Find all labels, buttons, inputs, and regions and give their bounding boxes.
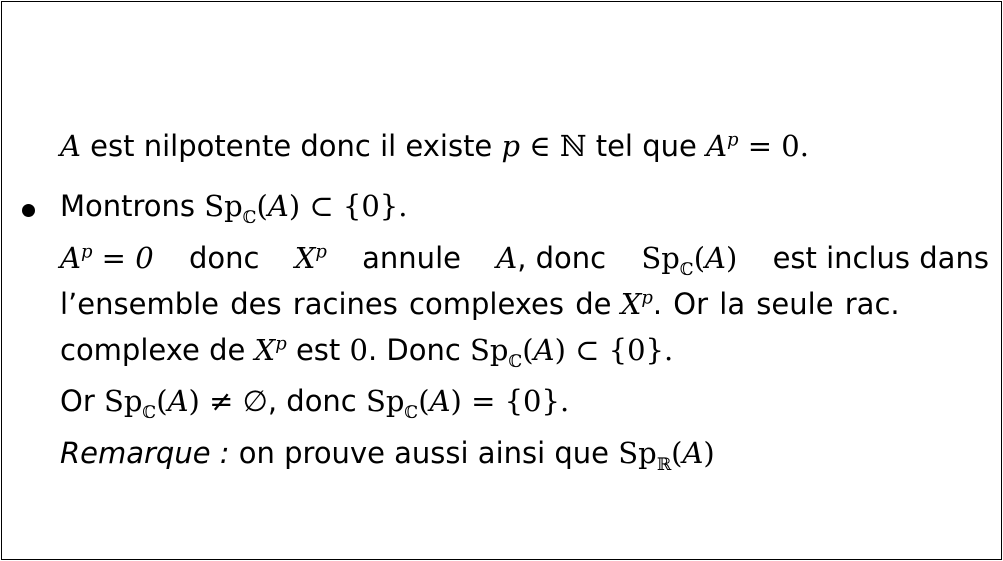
text-or: Or — [60, 384, 95, 418]
text-complexe-de: complexe de — [60, 333, 246, 367]
text-est-nilpotente: est nilpotente donc il existe — [90, 129, 493, 163]
math-Ap: Ap — [706, 129, 739, 163]
slide-frame: A est nilpotente donc il existe p ∈ ℕ te… — [1, 1, 1002, 560]
line-nilpotent: A est nilpotente donc il existe p ∈ ℕ te… — [60, 126, 809, 166]
line-ensemble: l’ensemble des racines complexes de Xp. … — [60, 284, 989, 324]
math-A-comma: A, donc — [496, 241, 607, 275]
math-in-N: ∈ ℕ — [520, 129, 596, 163]
text-est: est — [295, 333, 341, 367]
text-ensemble: l’ensemble des racines complexes de — [60, 287, 612, 321]
text-on-prouve: on prouve aussi ainsi que — [238, 436, 610, 470]
math-eq-0: = 0. — [738, 129, 809, 163]
math-sp-A: Spℂ(A) — [641, 241, 738, 280]
text-annule: annule — [362, 241, 461, 275]
line-remarque: Remarque : on prouve aussi ainsi que Spℝ… — [60, 433, 715, 473]
text-donc2: . Donc — [367, 333, 461, 367]
line-complexe: complexe de Xp est 0. Donc Spℂ(A) ⊂ {0}. — [60, 330, 673, 370]
math-A: A — [60, 129, 81, 163]
text-montrons: Montrons — [60, 189, 196, 223]
text-tel-que: tel que — [595, 129, 697, 163]
math-p: p — [501, 129, 521, 163]
math-sp-eq: Spℂ(A) = {0}. — [365, 384, 570, 423]
math-sp-nonempty: Spℂ(A) ≠ ∅ — [103, 384, 268, 423]
math-Xp-3: Xp — [254, 333, 287, 367]
text-donc: donc — [188, 241, 260, 275]
bullet-point — [22, 204, 35, 217]
line-montrons: Montrons Spℂ(A) ⊂ {0}. — [60, 186, 407, 226]
math-Xp: Xp — [294, 241, 327, 275]
math-sp-subset: Spℂ(A) ⊂ {0}. — [204, 189, 408, 228]
math-sp-subset-2: Spℂ(A) ⊂ {0}. — [470, 333, 674, 372]
math-sp-R: Spℝ(A) — [618, 436, 715, 475]
math-zero: 0 — [349, 333, 368, 367]
text-donc3: , donc — [267, 384, 357, 418]
math-Ap-2: Ap = 0 — [60, 241, 154, 275]
math-Xp-2: Xp — [620, 287, 653, 321]
line-or: Or Spℂ(A) ≠ ∅, donc Spℂ(A) = {0}. — [60, 381, 569, 421]
text-est-inclus: est inclus dans — [772, 241, 989, 275]
line-ap-zero: Ap = 0 donc Xp annule A, donc Spℂ(A) est… — [60, 238, 989, 278]
text-remarque: Remarque : — [60, 436, 230, 470]
text-or-la-seule: . Or la seule rac. — [652, 287, 900, 321]
